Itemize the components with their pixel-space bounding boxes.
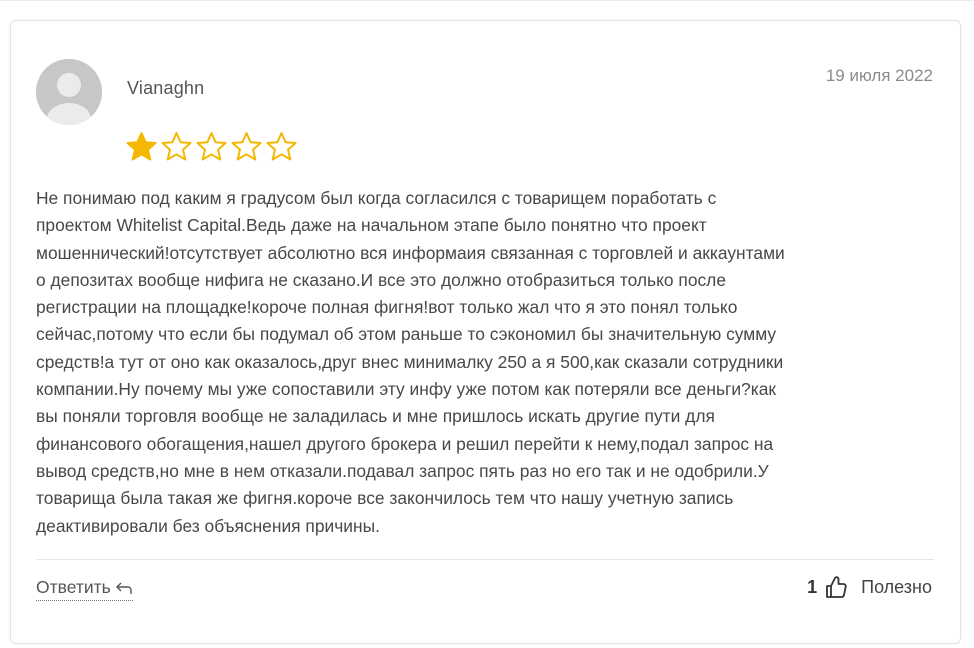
user-placeholder-icon <box>36 59 102 125</box>
author-name: Vianaghn <box>127 78 205 98</box>
review-text-line: проектом Whitelist Capital.Ведь даже на … <box>36 215 707 236</box>
star-empty-icon <box>161 132 192 161</box>
review-card: Vianaghn 19 июля 2022 Не понимаю под как… <box>10 20 961 644</box>
useful-count: 1 <box>807 576 818 597</box>
reply-label: Ответить <box>36 577 111 597</box>
review-text-line: о депозитах вообще нифига не сказано.И в… <box>36 269 727 290</box>
top-border <box>0 0 974 1</box>
review-date: 19 июля 2022 <box>825 66 933 85</box>
review-text-line: финансового обогащения,нашел другого бро… <box>36 433 774 454</box>
reply-arrow-icon <box>115 582 132 594</box>
useful-button[interactable]: Полезно <box>861 577 932 598</box>
star-empty-icon <box>231 132 262 161</box>
avatar <box>36 59 102 125</box>
star-empty-icon <box>196 132 227 161</box>
review-text-line: регистрации на площадке!короче полная фи… <box>36 297 738 318</box>
star-rating <box>125 131 298 162</box>
star-filled-icon <box>126 132 157 161</box>
star-empty-icon <box>266 132 297 161</box>
review-text-line: сейчас,потому что если бы подумал об это… <box>36 324 777 345</box>
review-text-line: средств!а тут от оно как оказалось,друг … <box>36 351 784 372</box>
divider <box>36 559 934 560</box>
review-text-line: Не понимаю под каким я градусом был когд… <box>36 188 717 208</box>
review-text-line: компании.Ну почему мы уже сопоставили эт… <box>36 379 777 400</box>
review-text-line: вы поняли торговля вообще не заладилась … <box>36 406 715 427</box>
review-text-line: мошеннический!отсутствует абсолютно вся … <box>36 242 785 263</box>
review-text-line: товарища была такая же фигня.короче все … <box>36 488 734 509</box>
reply-button[interactable]: Ответить <box>36 577 133 601</box>
review-text: Не понимаю под каким я градусом был когд… <box>36 185 936 540</box>
useful-section: 1 Полезно <box>807 575 932 599</box>
review-text-line: вывод средств,но мне в нем отказали.пода… <box>36 460 769 481</box>
thumbs-up-icon[interactable] <box>825 575 847 599</box>
review-text-line: деактивировали без объяснения причины. <box>36 515 380 536</box>
